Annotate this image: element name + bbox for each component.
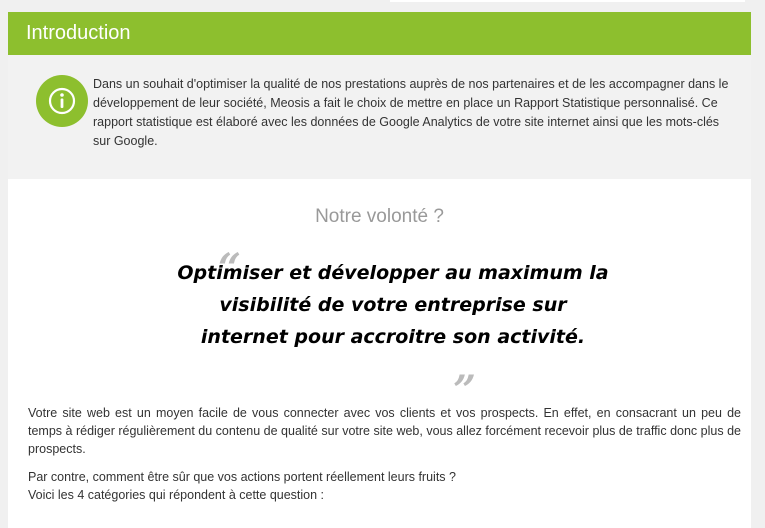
info-icon bbox=[36, 75, 88, 127]
top-strip bbox=[0, 0, 765, 12]
volonte-title: Notre volonté ? bbox=[315, 206, 444, 227]
intro-box: Dans un souhait d'optimiser la qualité d… bbox=[8, 55, 751, 179]
top-strip-inner bbox=[390, 0, 745, 2]
section-title: Introduction bbox=[26, 22, 131, 44]
section-header: Introduction bbox=[8, 12, 751, 55]
body-text: Votre site web est un moyen facile de vo… bbox=[28, 404, 741, 504]
report-card: Introduction Dans un souhait d'optimiser… bbox=[8, 12, 751, 528]
body-paragraph: Votre site web est un moyen facile de vo… bbox=[28, 406, 741, 456]
intro-text: Dans un souhait d'optimiser la qualité d… bbox=[93, 77, 729, 148]
quote-open-icon: “ bbox=[218, 245, 242, 292]
quote-block: Optimiser et développer au maximum la vi… bbox=[173, 245, 613, 414]
body-categories-intro: Voici les 4 catégories qui répondent à c… bbox=[28, 488, 325, 502]
body-question: Par contre, comment être sûr que vos act… bbox=[28, 470, 456, 484]
